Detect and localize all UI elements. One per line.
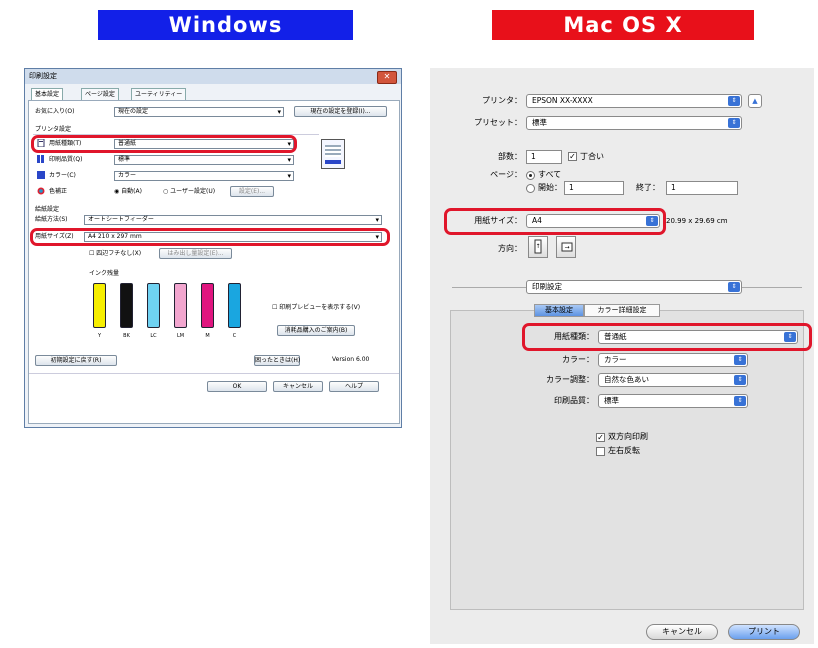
svg-text:↑: ↑ — [535, 243, 540, 250]
collate-label: 丁合い — [580, 152, 604, 161]
user-radio[interactable]: ○ ユーザー設定(U) — [163, 187, 215, 197]
preset-popup[interactable]: 標準 ⇕ — [526, 116, 742, 130]
bidirectional-label: 双方向印刷 — [608, 432, 648, 441]
paper-size-highlight — [444, 208, 666, 235]
source-label: 給紙方法(S) — [35, 216, 68, 223]
divider — [29, 373, 399, 374]
print-quality-label: 印刷品質： — [554, 396, 594, 405]
color-adjust-popup[interactable]: 自然な色あい ⇕ — [598, 373, 748, 387]
mac-print-dialog: プリンタ： EPSON XX-XXXX ⇕ ▲ プリセット： 標準 ⇕ 部数： 1 … — [430, 68, 814, 644]
svg-text:→: → — [564, 244, 569, 251]
favorites-label: お気に入り(O) — [35, 108, 75, 115]
portrait-icon[interactable]: ↑ — [528, 236, 548, 258]
help-button[interactable]: ヘルプ — [329, 381, 379, 392]
ink-label: インク残量 — [89, 270, 120, 277]
save-favorites-button[interactable]: 現在の設定を登録(I)... — [294, 106, 387, 117]
from-label: 開始： — [538, 183, 562, 192]
color-select[interactable]: カラー — [114, 171, 294, 181]
paper-size-highlight — [30, 228, 390, 246]
ink-cartridge-y — [93, 283, 106, 328]
ink-label-lm: LM — [176, 333, 185, 339]
borderless-checkbox[interactable]: ☐ 四辺フチなし(X) — [89, 249, 141, 259]
pages-label: ページ： — [490, 170, 522, 179]
windows-print-dialog: 印刷設定 ✕ 基本設定 ページ設定 ユーティリティー お気に入り(O) 現在の設… — [24, 68, 402, 428]
color-adjust-label: カラー調整： — [546, 375, 594, 384]
printer-preview-icon — [321, 139, 345, 169]
bidirectional-checkbox[interactable]: ✓ — [596, 433, 605, 442]
windows-banner: Windows — [98, 10, 353, 40]
ink-cartridge-lm — [174, 283, 187, 328]
color-correction-label: 色補正 — [49, 188, 68, 195]
version-text: Version 6.00 — [332, 356, 370, 363]
preview-checkbox[interactable]: ☐ 印刷プレビューを表示する(V) — [272, 303, 360, 313]
preset-label: プリセット： — [474, 118, 522, 127]
settings-button[interactable]: 設定(E)... — [230, 186, 274, 197]
tab-basic-settings[interactable]: 基本設定 — [534, 304, 584, 317]
ink-label-m: M — [205, 333, 210, 339]
printer-label: プリンタ： — [482, 96, 522, 105]
help-assistant-button[interactable]: 困ったときは(H) — [254, 355, 300, 366]
color-popup[interactable]: カラー ⇕ — [598, 353, 748, 367]
landscape-icon[interactable]: → — [556, 236, 576, 258]
ink-levels: Y BK LC LM M C — [89, 283, 249, 345]
cancel-button[interactable]: キャンセル — [273, 381, 323, 392]
ink-label-y: Y — [97, 333, 102, 339]
cancel-button[interactable]: キャンセル — [646, 624, 718, 640]
collate-checkbox[interactable]: ✓ — [568, 152, 577, 161]
media-type-highlight — [522, 323, 812, 351]
extension-button[interactable]: はみ出し量設定(E)... — [159, 248, 232, 259]
ink-label-bk: BK — [123, 333, 130, 339]
color-icon — [37, 171, 45, 179]
all-pages-label: すべて — [538, 170, 562, 179]
print-button[interactable]: プリント — [728, 624, 800, 640]
tab-color-settings[interactable]: カラー詳細設定 — [584, 304, 660, 317]
ok-button[interactable]: OK — [207, 381, 267, 392]
ink-label-lc: LC — [150, 333, 157, 339]
from-field[interactable]: 1 — [564, 181, 624, 195]
orientation-label: 方向： — [498, 244, 522, 253]
paper-size-dims: 20.99 x 29.69 cm — [666, 217, 728, 225]
printer-popup[interactable]: EPSON XX-XXXX ⇕ — [526, 94, 742, 108]
favorites-select[interactable]: 現在の設定 — [114, 107, 284, 117]
color-label: カラー(C) — [49, 172, 76, 179]
ink-cartridge-c — [228, 283, 241, 328]
ink-label-c: C — [232, 333, 237, 339]
paper-type-highlight — [31, 135, 297, 153]
ink-cartridge-bk — [120, 283, 133, 328]
source-select[interactable]: オートシートフィーダー — [84, 215, 382, 225]
reset-defaults-button[interactable]: 初期設定に戻す(R) — [35, 355, 117, 366]
mirror-label: 左右反転 — [608, 446, 640, 455]
mirror-checkbox[interactable] — [596, 447, 605, 456]
range-radio[interactable] — [526, 184, 535, 193]
paper-section-label: 給紙設定 — [35, 206, 60, 213]
buy-ink-button[interactable]: 消耗品購入のご案内(B) — [277, 325, 355, 336]
ink-cartridge-m — [201, 283, 214, 328]
ink-cartridge-lc — [147, 283, 160, 328]
print-quality-popup[interactable]: 標準 ⇕ — [598, 394, 748, 408]
close-icon[interactable]: ✕ — [377, 71, 397, 84]
all-pages-radio[interactable] — [526, 171, 535, 180]
quality-select[interactable]: 標準 — [114, 155, 294, 165]
window-title: 印刷設定 — [25, 69, 401, 84]
color-correction-icon — [37, 187, 45, 195]
mac-banner: Mac OS X — [492, 10, 754, 40]
auto-radio[interactable]: ◉ 自動(A) — [114, 187, 142, 197]
copies-label: 部数： — [498, 152, 522, 161]
copies-field[interactable]: 1 — [526, 150, 562, 164]
quality-label: 印刷品質(Q) — [49, 156, 83, 163]
to-label: 終了： — [636, 183, 660, 192]
disclosure-icon[interactable]: ▲ — [748, 94, 762, 108]
to-field[interactable]: 1 — [666, 181, 738, 195]
panel-popup[interactable]: 印刷設定 ⇕ — [526, 280, 742, 294]
color-label: カラー： — [562, 355, 594, 364]
quality-icon — [37, 155, 44, 163]
